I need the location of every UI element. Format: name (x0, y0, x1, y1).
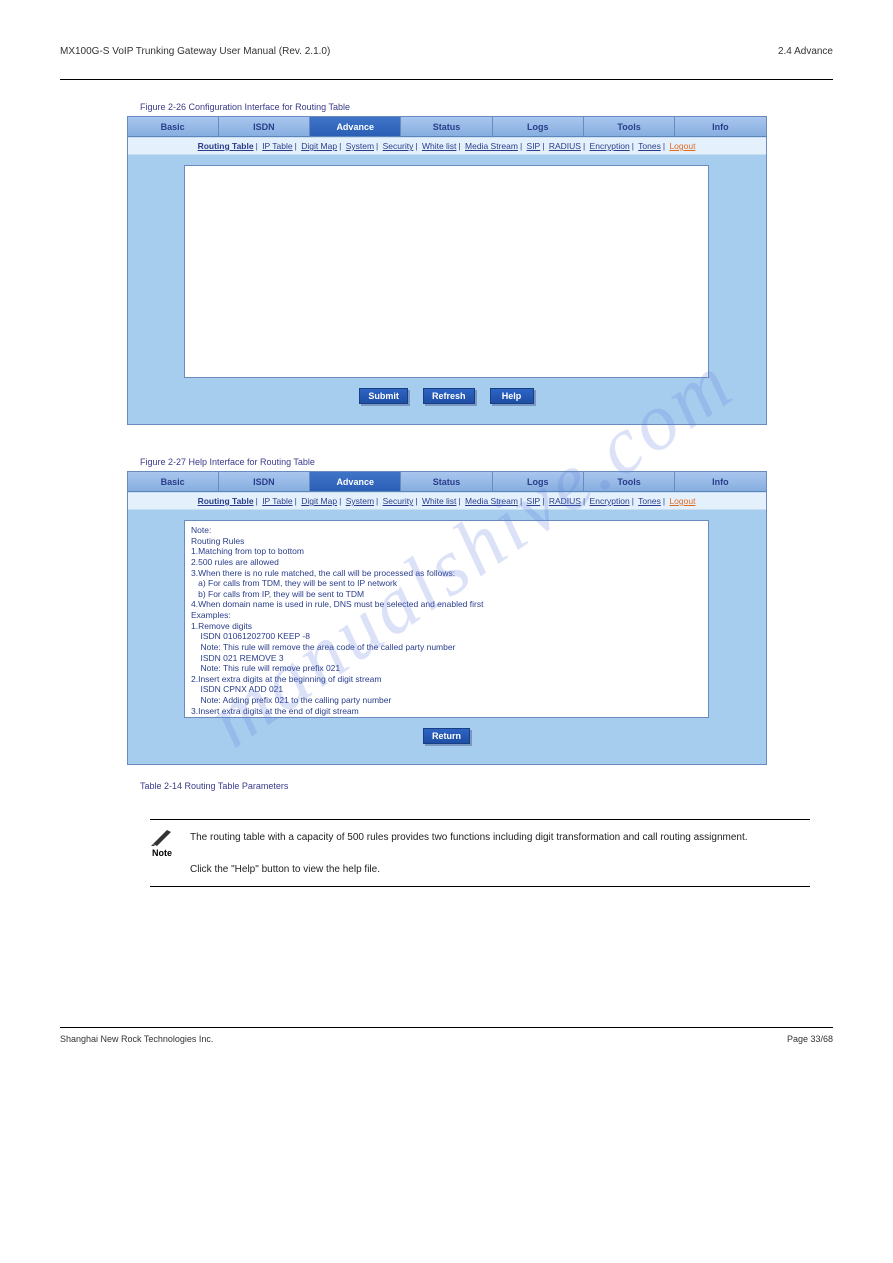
subnav-logout-2[interactable]: Logout (669, 496, 695, 506)
sub-nav: Routing Table| IP Table| Digit Map| Syst… (128, 137, 766, 155)
subnav-security[interactable]: Security (383, 141, 414, 151)
subnav-digit-map-2[interactable]: Digit Map (301, 496, 337, 506)
page-footer: Shanghai New Rock Technologies Inc. Page… (60, 1027, 833, 1044)
return-button[interactable]: Return (423, 728, 470, 744)
tab-advance-2[interactable]: Advance (310, 472, 401, 491)
subnav-logout[interactable]: Logout (669, 141, 695, 151)
tab-info[interactable]: Info (675, 117, 765, 136)
note-body: The routing table with a capacity of 500… (184, 828, 810, 878)
help-text-box[interactable]: Note: Routing Rules 1.Matching from top … (184, 520, 709, 718)
tab-status[interactable]: Status (401, 117, 492, 136)
tab-logs-2[interactable]: Logs (493, 472, 584, 491)
footer-left: Shanghai New Rock Technologies Inc. (60, 1034, 213, 1044)
tab-basic[interactable]: Basic (128, 117, 219, 136)
tab-isdn[interactable]: ISDN (219, 117, 310, 136)
header-right: 2.4 Advance (778, 46, 833, 57)
footer-rule (60, 1027, 833, 1028)
subnav-sip-2[interactable]: SIP (527, 496, 541, 506)
footer-right: Page 33/68 (787, 1034, 833, 1044)
sub-nav-2: Routing Table| IP Table| Digit Map| Syst… (128, 492, 766, 510)
main-tabs: Basic ISDN Advance Status Logs Tools Inf… (128, 117, 766, 137)
subnav-routing-table[interactable]: Routing Table (198, 141, 254, 151)
tab-advance[interactable]: Advance (310, 117, 401, 136)
subnav-system-2[interactable]: System (346, 496, 374, 506)
tab-tools-2[interactable]: Tools (584, 472, 675, 491)
subnav-white-list[interactable]: White list (422, 141, 456, 151)
tab-basic-2[interactable]: Basic (128, 472, 219, 491)
subnav-media-stream[interactable]: Media Stream (465, 141, 518, 151)
note-icon: Note (150, 828, 184, 858)
tab-isdn-2[interactable]: ISDN (219, 472, 310, 491)
figure-caption-2: Figure 2-27 Help Interface for Routing T… (140, 457, 833, 467)
note-callout: Note The routing table with a capacity o… (150, 819, 810, 887)
subnav-ip-table[interactable]: IP Table (262, 141, 292, 151)
tab-info-2[interactable]: Info (675, 472, 765, 491)
subnav-digit-map[interactable]: Digit Map (301, 141, 337, 151)
header-rule (60, 79, 833, 80)
routing-help-panel: Basic ISDN Advance Status Logs Tools Inf… (127, 471, 767, 765)
routing-table-panel: Basic ISDN Advance Status Logs Tools Inf… (127, 116, 767, 425)
subnav-encryption[interactable]: Encryption (590, 141, 630, 151)
routing-help-area: Note: Routing Rules 1.Matching from top … (128, 510, 766, 764)
refresh-button[interactable]: Refresh (423, 388, 475, 404)
figure-caption-1: Figure 2-26 Configuration Interface for … (140, 102, 833, 112)
subnav-media-stream-2[interactable]: Media Stream (465, 496, 518, 506)
subnav-radius[interactable]: RADIUS (549, 141, 581, 151)
subnav-white-list-2[interactable]: White list (422, 496, 456, 506)
subnav-ip-table-2[interactable]: IP Table (262, 496, 292, 506)
page-header: MX100G-S VoIP Trunking Gateway User Manu… (60, 46, 833, 57)
subnav-encryption-2[interactable]: Encryption (590, 496, 630, 506)
tab-status-2[interactable]: Status (401, 472, 492, 491)
subnav-security-2[interactable]: Security (383, 496, 414, 506)
header-left: MX100G-S VoIP Trunking Gateway User Manu… (60, 46, 330, 57)
table-intro: Table 2-14 Routing Table Parameters (140, 781, 833, 791)
subnav-routing-table-2[interactable]: Routing Table (198, 496, 254, 506)
action-buttons: Submit Refresh Help (168, 378, 726, 410)
help-action-buttons: Return (168, 718, 726, 750)
main-tabs-2: Basic ISDN Advance Status Logs Tools Inf… (128, 472, 766, 492)
subnav-sip[interactable]: SIP (527, 141, 541, 151)
subnav-tones[interactable]: Tones (638, 141, 661, 151)
subnav-tones-2[interactable]: Tones (638, 496, 661, 506)
routing-rules-textarea[interactable] (184, 165, 709, 378)
help-button[interactable]: Help (490, 388, 534, 404)
subnav-radius-2[interactable]: RADIUS (549, 496, 581, 506)
submit-button[interactable]: Submit (359, 388, 408, 404)
note-label: Note (152, 848, 172, 858)
tab-tools[interactable]: Tools (584, 117, 675, 136)
routing-edit-area: Submit Refresh Help (128, 155, 766, 424)
subnav-system[interactable]: System (346, 141, 374, 151)
tab-logs[interactable]: Logs (493, 117, 584, 136)
